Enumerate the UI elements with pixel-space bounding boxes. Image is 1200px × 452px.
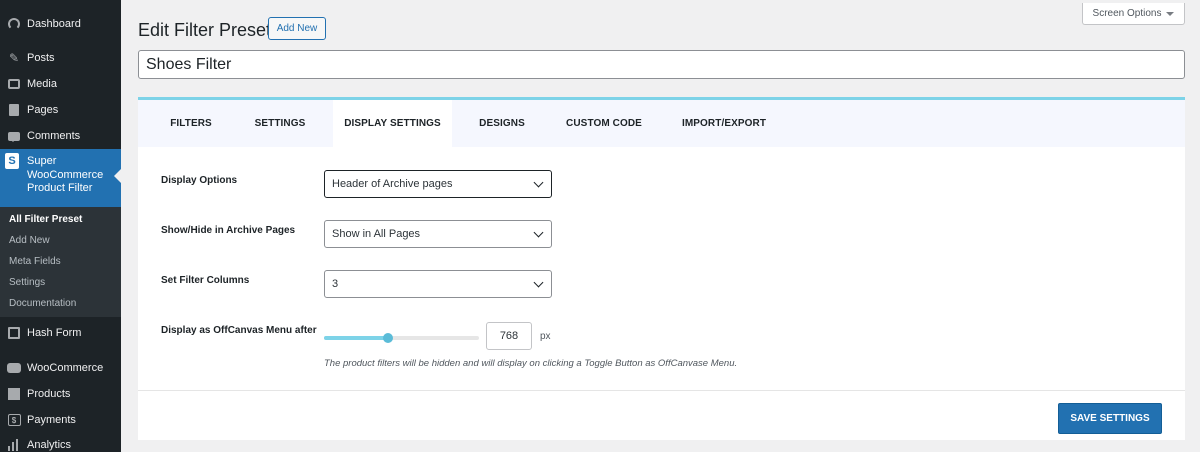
px-unit-label: px (540, 331, 551, 342)
plugin-label-line: Product Filter (27, 182, 93, 194)
show-hide-label: Show/Hide in Archive Pages (161, 225, 296, 236)
bars-icon (7, 438, 21, 452)
tab-import-export[interactable]: IMPORT/EXPORT (673, 100, 775, 147)
sidebar-item-label: Payments (27, 414, 76, 426)
tab-bar: FILTERS SETTINGS DISPLAY SETTINGS DESIGN… (138, 100, 1185, 147)
plugin-submenu: All Filter Preset Add New Meta Fields Se… (0, 207, 121, 317)
plugin-label-line: WooCommerce (27, 168, 104, 181)
sidebar-item-label: Comments (27, 130, 81, 142)
sidebar-item-label: Pages (27, 104, 59, 116)
show-hide-select[interactable]: Show in All Pages (324, 220, 552, 248)
settings-panel: FILTERS SETTINGS DISPLAY SETTINGS DESIGN… (138, 97, 1185, 440)
submenu-settings[interactable]: Settings (9, 277, 45, 288)
sidebar-item-label: Media (27, 78, 57, 90)
submenu-all-filter-preset[interactable]: All Filter Preset (9, 214, 82, 225)
offcanvas-width-input[interactable]: 768 (486, 322, 532, 350)
sidebar-item-posts[interactable]: ✎ Posts (0, 48, 121, 68)
pin-icon: ✎ (8, 51, 20, 65)
woo-icon (7, 361, 21, 375)
tab-custom-code[interactable]: CUSTOM CODE (557, 100, 651, 147)
sidebar-item-woocommerce[interactable]: WooCommerce (0, 358, 121, 378)
plugin-s-icon: S (5, 153, 19, 169)
sidebar-item-hash-form[interactable]: Hash Form (0, 323, 121, 343)
display-options-value: Header of Archive pages (332, 178, 453, 190)
sidebar-item-label: Super WooCommerce Product Filter (27, 155, 103, 196)
sidebar-item-media[interactable]: Media (0, 74, 121, 94)
form-icon (7, 326, 21, 340)
screen-options-label: Screen Options (1092, 8, 1162, 19)
preset-title-input[interactable]: Shoes Filter (138, 50, 1185, 79)
display-options-select[interactable]: Header of Archive pages (324, 170, 552, 198)
submenu-documentation[interactable]: Documentation (9, 298, 76, 309)
offcanvas-help-text: The product filters will be hidden and w… (324, 358, 738, 369)
submenu-meta-fields[interactable]: Meta Fields (9, 256, 61, 267)
slider-fill (324, 336, 388, 340)
filter-columns-select[interactable]: 3 (324, 270, 552, 298)
media-icon (7, 77, 21, 91)
sidebar-item-label: Analytics (27, 439, 72, 451)
display-options-label: Display Options (161, 175, 238, 186)
admin-sidebar: Dashboard ✎ Posts Media Pages Comments S… (0, 0, 121, 452)
sidebar-item-payments[interactable]: $ Payments (0, 410, 121, 430)
filter-columns-value: 3 (332, 278, 339, 290)
tab-designs[interactable]: DESIGNS (470, 100, 534, 147)
sidebar-item-comments[interactable]: Comments (0, 126, 121, 146)
box-icon (7, 387, 21, 401)
offcanvas-slider[interactable] (324, 333, 479, 343)
sidebar-item-pages[interactable]: Pages (0, 100, 121, 120)
comment-icon (7, 129, 21, 143)
chevron-down-icon (533, 177, 544, 188)
chevron-down-icon (533, 227, 544, 238)
add-new-button[interactable]: Add New (268, 17, 326, 40)
sidebar-item-label: WooCommerce (27, 362, 104, 374)
dollar-icon: $ (7, 413, 21, 427)
sidebar-item-label: Hash Form (27, 327, 82, 339)
page-icon (7, 103, 21, 117)
slider-handle[interactable] (382, 333, 393, 343)
show-hide-value: Show in All Pages (332, 228, 421, 240)
filter-columns-label: Set Filter Columns (161, 275, 250, 286)
caret-down-icon (1166, 11, 1175, 20)
page-title: Edit Filter Preset (138, 20, 272, 40)
submenu-add-new[interactable]: Add New (9, 235, 50, 246)
plugin-label-line: Super (27, 155, 57, 167)
sidebar-item-analytics[interactable]: Analytics (0, 435, 121, 452)
save-settings-button[interactable]: SAVE SETTINGS (1058, 403, 1162, 434)
offcanvas-label: Display as OffCanvas Menu after (161, 325, 317, 336)
sidebar-item-products[interactable]: Products (0, 384, 121, 404)
screen-options-button[interactable]: Screen Options (1082, 3, 1185, 25)
dollar-glyph: $ (7, 414, 21, 426)
tab-display-settings[interactable]: DISPLAY SETTINGS (333, 100, 452, 147)
divider (138, 390, 1185, 391)
sidebar-item-dashboard[interactable]: Dashboard (0, 14, 121, 34)
tab-settings[interactable]: SETTINGS (245, 100, 315, 147)
sidebar-item-label: Posts (27, 52, 55, 64)
chevron-down-icon (533, 277, 544, 288)
sidebar-item-super-woocommerce-product-filter[interactable]: S Super WooCommerce Product Filter (0, 149, 121, 207)
sidebar-item-label: Products (27, 388, 71, 400)
dashboard-icon (7, 17, 21, 31)
tab-filters[interactable]: FILTERS (161, 100, 221, 147)
sidebar-item-label: Dashboard (27, 18, 81, 30)
